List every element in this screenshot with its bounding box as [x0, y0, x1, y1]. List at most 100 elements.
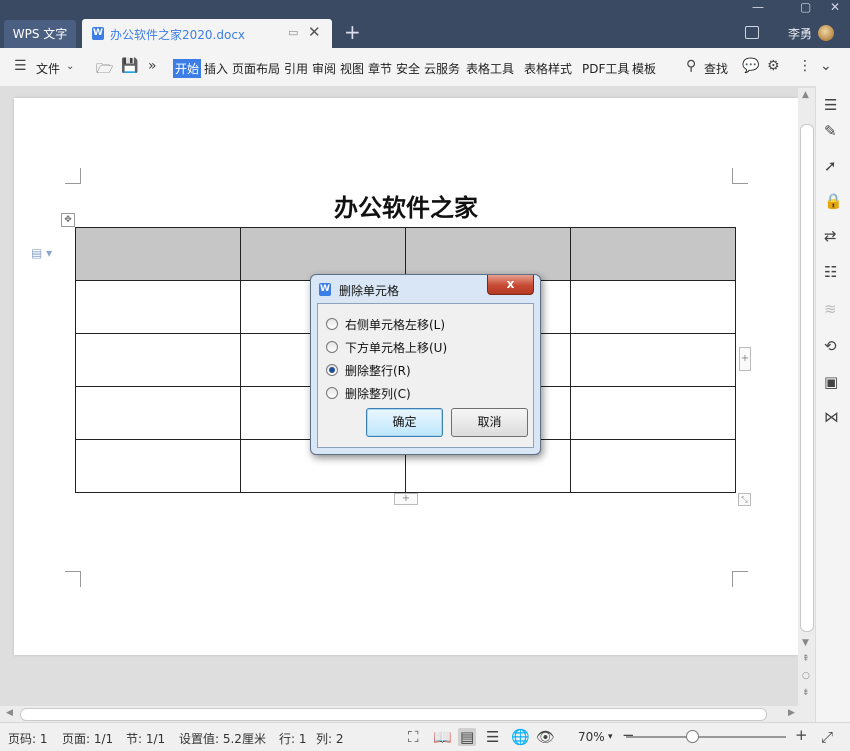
tab-pdf-tools[interactable]: PDF工具	[582, 60, 629, 77]
tab-page-layout[interactable]: 页面布局	[232, 60, 280, 77]
radio-delete-column[interactable]	[326, 387, 338, 399]
cancel-button[interactable]: 取消	[451, 408, 528, 437]
vertical-scroll-thumb[interactable]	[800, 124, 814, 632]
status-page-num[interactable]: 页码: 1	[8, 730, 48, 747]
table-cell[interactable]	[570, 280, 736, 334]
add-row-button[interactable]: +	[394, 493, 418, 505]
table-cell[interactable]	[240, 227, 406, 281]
zoom-level[interactable]: 70%	[578, 730, 605, 744]
document-title[interactable]: 办公软件之家	[0, 188, 812, 223]
search-button[interactable]: 查找	[704, 60, 728, 77]
gear-icon[interactable]: ⚙	[767, 58, 780, 74]
history-icon[interactable]: ⟲	[824, 337, 837, 355]
share-icon[interactable]: ⋈	[824, 408, 839, 426]
maximize-icon[interactable]: ▢	[800, 0, 811, 14]
tab-insert[interactable]: 插入	[204, 60, 228, 77]
zoom-out-icon[interactable]: −	[622, 726, 635, 744]
menu-icon[interactable]: ☰	[14, 58, 27, 74]
avatar[interactable]	[818, 25, 834, 41]
tab-security[interactable]: 安全	[396, 60, 420, 77]
radio-shift-left[interactable]	[326, 318, 338, 330]
page-view-icon[interactable]: ▤	[458, 728, 477, 746]
eye-protection-icon[interactable]: 👁	[536, 728, 555, 746]
table-cell[interactable]	[570, 227, 736, 281]
search-icon[interactable]: ⚲	[686, 58, 696, 74]
status-col[interactable]: 列: 2	[316, 730, 344, 747]
more-chevron-icon[interactable]: »	[148, 58, 157, 74]
fullscreen-icon[interactable]: ⛶	[408, 728, 419, 746]
add-column-button[interactable]: +	[739, 347, 751, 371]
app-tab-wps[interactable]: WPS 文字	[4, 20, 76, 48]
collapse-ribbon-icon[interactable]: ⌄	[820, 58, 832, 74]
scroll-up-icon[interactable]: ▲	[802, 90, 809, 100]
status-section[interactable]: 节: 1/1	[126, 730, 165, 747]
comment-icon[interactable]: 💬	[742, 58, 759, 74]
tab-reference[interactable]: 引用	[284, 60, 308, 77]
scroll-down-icon[interactable]: ▼	[802, 638, 809, 648]
status-row[interactable]: 行: 1	[279, 730, 307, 747]
tab-template[interactable]: 模板	[632, 60, 656, 77]
close-tab-icon[interactable]: ✕	[308, 23, 321, 41]
zoom-slider-knob[interactable]	[686, 730, 699, 743]
tab-table-tools[interactable]: 表格工具	[466, 60, 514, 77]
table-resize-handle[interactable]: ⤡	[738, 493, 751, 506]
radio-shift-up[interactable]	[326, 341, 338, 353]
collapse-panel-icon[interactable]: ☰	[824, 96, 837, 114]
more-icon[interactable]: ⋮	[798, 58, 812, 74]
table-cell[interactable]	[75, 227, 241, 281]
scroll-right-icon[interactable]: ▶	[788, 708, 795, 718]
outline-icon[interactable]: ☷	[824, 263, 837, 281]
ok-button[interactable]: 确定	[366, 408, 443, 437]
dialog-title: 删除单元格	[339, 284, 400, 298]
web-view-icon[interactable]: 🌐	[511, 728, 530, 746]
document-tab[interactable]: W 办公软件之家2020.docx ▭ ✕	[82, 19, 332, 48]
tab-table-style[interactable]: 表格样式	[524, 60, 572, 77]
close-window-icon[interactable]: ✕	[830, 0, 840, 14]
open-folder-icon[interactable]: 🗁	[96, 58, 113, 82]
table-cell[interactable]	[405, 227, 571, 281]
backup-icon[interactable]: ▣	[824, 373, 838, 391]
zoom-slider[interactable]	[626, 736, 786, 738]
table-cell[interactable]	[75, 439, 241, 493]
option-label: 右侧单元格左移(L)	[345, 318, 446, 332]
prev-page-icon[interactable]: ⇞	[802, 654, 810, 664]
zoom-dropdown-icon[interactable]: ▾	[608, 732, 613, 742]
pen-icon[interactable]: ✎	[824, 122, 837, 140]
select-browse-icon[interactable]: ○	[802, 671, 810, 681]
fit-page-icon[interactable]: ⤢	[821, 728, 833, 746]
tab-section[interactable]: 章节	[368, 60, 392, 77]
tab-review[interactable]: 审阅	[312, 60, 336, 77]
document-outline-icon[interactable]: ▤ ▾	[31, 246, 52, 260]
next-page-icon[interactable]: ⇟	[802, 688, 810, 698]
outline-view-icon[interactable]: ☰	[486, 728, 499, 746]
table-cell[interactable]	[570, 333, 736, 387]
tab-view[interactable]: 视图	[340, 60, 364, 77]
table-cell[interactable]	[75, 386, 241, 440]
user-name[interactable]: 李勇	[788, 25, 812, 42]
read-mode-icon[interactable]: 📖	[433, 728, 452, 746]
file-menu[interactable]: 文件	[36, 60, 60, 77]
horizontal-scroll-thumb[interactable]	[20, 708, 767, 721]
tab-list-icon[interactable]	[745, 26, 759, 39]
table-cell[interactable]	[75, 280, 241, 334]
new-tab-button[interactable]: +	[344, 20, 361, 44]
lock-icon[interactable]: 🔒	[824, 192, 843, 210]
tab-cloud[interactable]: 云服务	[424, 60, 460, 77]
save-icon[interactable]: 💾	[121, 58, 138, 74]
table-cell[interactable]	[570, 386, 736, 440]
chevron-down-icon[interactable]: ⌄	[66, 61, 74, 72]
tab-start[interactable]: 开始	[173, 59, 202, 78]
select-cursor-icon[interactable]: ➚	[824, 157, 837, 175]
window-float-icon[interactable]: ▭	[288, 26, 298, 39]
minimize-icon[interactable]: —	[752, 0, 764, 14]
table-move-icon[interactable]: ✥	[61, 213, 75, 227]
status-setting[interactable]: 设置值: 5.2厘米	[179, 730, 266, 747]
radio-delete-row[interactable]	[326, 364, 338, 376]
scroll-left-icon[interactable]: ◀	[6, 708, 13, 718]
translate-icon[interactable]: ⇄	[824, 227, 837, 245]
status-pages[interactable]: 页面: 1/1	[62, 730, 113, 747]
table-cell[interactable]	[570, 439, 736, 493]
zoom-in-icon[interactable]: +	[795, 726, 808, 744]
close-dialog-button[interactable]: x	[487, 275, 534, 295]
table-cell[interactable]	[75, 333, 241, 387]
